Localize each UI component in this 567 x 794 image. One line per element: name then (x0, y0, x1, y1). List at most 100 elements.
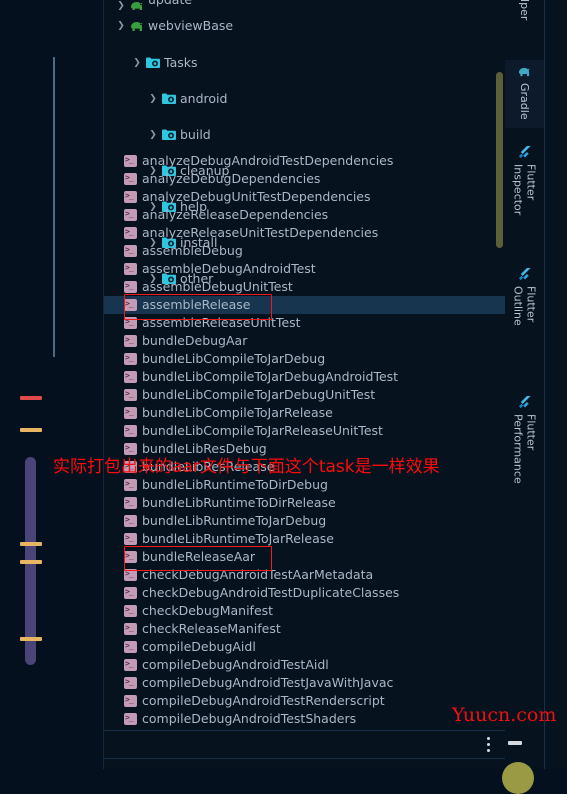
gradle-task-row[interactable]: bundleLibRuntimeToDirRelease (104, 494, 505, 512)
tool-tab-flutter-inspector[interactable]: Flutter Inspector (505, 140, 544, 258)
bottom-divider-bottom (104, 758, 505, 759)
gutter-marker-warning[interactable] (20, 637, 42, 641)
gradle-task-row[interactable]: compileDebugAndroidTestAidl (104, 656, 505, 674)
gradle-task-row[interactable]: analyzeReleaseUnitTestDependencies (104, 224, 505, 242)
gradle-task-row[interactable]: bundleLibRuntimeToJarDebug (104, 512, 505, 530)
tool-tab-flutter-outline[interactable]: Flutter Outline (505, 262, 544, 370)
gradle-task-row[interactable]: analyzeDebugAndroidTestDependencies (104, 152, 505, 170)
gradle-task-row[interactable]: bundleDebugAar (104, 332, 505, 350)
gradle-task-row[interactable]: assembleReleaseUnitTest (104, 314, 505, 332)
gradle-task-row[interactable]: compileDebugAndroidTestRenderscript (104, 692, 505, 710)
kebab-dot (487, 749, 490, 752)
tree-node-label: update (148, 0, 192, 6)
gutter-marker-warning[interactable] (20, 560, 42, 564)
gradle-task-row[interactable]: bundleLibCompileToJarRelease (104, 404, 505, 422)
gradle-task-icon (124, 153, 137, 167)
code-indent-guide (53, 57, 55, 357)
gradle-task-icon (124, 621, 137, 635)
gradle-task-label: analyzeDebugAndroidTestDependencies (142, 153, 394, 168)
gutter-marker-error[interactable] (20, 396, 42, 400)
tool-tab-label: Flutter Inspector (511, 164, 538, 216)
tool-tab-gradle[interactable]: Gradle (505, 60, 544, 128)
editor-gutter-strip (0, 0, 104, 769)
hide-panel-button[interactable] (506, 735, 526, 751)
gradle-task-icon (124, 369, 137, 383)
gradle-task-label: analyzeDebugDependencies (142, 171, 321, 186)
tree-node-label: webviewBase (148, 18, 234, 33)
gradle-task-label: compileDebugAndroidTestRenderscript (142, 693, 385, 708)
gradle-task-label: bundleLibCompileToJarDebugAndroidTest (142, 369, 399, 384)
gutter-marker-warning[interactable] (20, 542, 42, 546)
gutter-marker-warning[interactable] (20, 428, 42, 432)
gradle-task-row[interactable]: bundleLibCompileToJarDebugUnitTest (104, 386, 505, 404)
gradle-task-label: checkDebugAndroidTestAarMetadata (142, 567, 374, 582)
flutter-icon (518, 396, 532, 409)
gradle-task-row[interactable]: assembleRelease (104, 296, 505, 314)
gradle-task-row[interactable]: checkDebugManifest (104, 602, 505, 620)
gradle-task-label: bundleLibCompileToJarDebugUnitTest (142, 387, 376, 402)
folder-gear-icon (162, 93, 176, 105)
gradle-task-row[interactable]: compileDebugAndroidTestShaders (104, 710, 505, 728)
gradle-task-icon (124, 477, 137, 491)
gradle-task-label: assembleRelease (142, 297, 251, 312)
tool-tab-label: Gradle (518, 83, 531, 120)
tree-node-tasks[interactable]: ❯ Tasks (104, 54, 505, 72)
gradle-task-icon (124, 225, 137, 239)
tree-node-label: Tasks (164, 55, 198, 70)
tree-node-update[interactable]: ❯ update (104, 0, 505, 10)
tree-node-label: android (180, 91, 228, 106)
kebab-dot (487, 737, 490, 740)
gradle-task-row[interactable]: analyzeDebugUnitTestDependencies (104, 188, 505, 206)
gradle-task-label: analyzeReleaseUnitTestDependencies (142, 225, 379, 240)
ide-gradle-tool-window: ❯ update ❯ webviewBase ❯ Tasks ❯ (0, 0, 567, 794)
gradle-task-row[interactable]: assembleDebug (104, 242, 505, 260)
more-options-button[interactable] (482, 735, 496, 753)
chevron-down-icon[interactable]: ❯ (132, 54, 142, 72)
tool-tab-helper[interactable]: Helper (505, 0, 544, 38)
tree-scrollbar-thumb[interactable] (496, 72, 503, 248)
annotation-note-text: 实际打包出来的aar文件与下面这个task是一样效果 (53, 457, 440, 477)
gradle-task-label: bundleLibCompileToJarDebug (142, 351, 326, 366)
gradle-task-row[interactable]: analyzeDebugDependencies (104, 170, 505, 188)
toolbar-divider (544, 0, 545, 769)
bottom-divider-top (104, 730, 505, 731)
chevron-right-icon[interactable]: ❯ (148, 90, 158, 108)
tree-node-build[interactable]: ❯ build (104, 126, 505, 144)
gradle-task-row[interactable]: checkReleaseManifest (104, 620, 505, 638)
chevron-right-icon[interactable]: ❯ (116, 2, 126, 11)
gradle-task-row[interactable]: bundleLibCompileToJarDebug (104, 350, 505, 368)
gradle-task-icon (124, 585, 137, 599)
gradle-task-icon (124, 333, 137, 347)
tree-node-label: build (180, 127, 211, 142)
tree-node-android[interactable]: ❯ android (104, 90, 505, 108)
gradle-task-label: compileDebugAndroidTestJavaWithJavac (142, 675, 394, 690)
gradle-task-row[interactable]: bundleReleaseAar (104, 548, 505, 566)
gradle-task-row[interactable]: assembleDebugUnitTest (104, 278, 505, 296)
gradle-task-label: checkReleaseManifest (142, 621, 281, 636)
gradle-task-row[interactable]: bundleLibRuntimeToJarRelease (104, 530, 505, 548)
gradle-tasks-tree[interactable]: ❯ update ❯ webviewBase ❯ Tasks ❯ (104, 0, 505, 769)
status-avatar-circle[interactable] (502, 762, 534, 794)
gradle-task-label: assembleDebugAndroidTest (142, 261, 316, 276)
gradle-task-row[interactable]: bundleLibRuntimeToDirDebug (104, 476, 505, 494)
gradle-task-row[interactable]: analyzeReleaseDependencies (104, 206, 505, 224)
chevron-right-icon[interactable]: ❯ (148, 126, 158, 144)
tool-tab-flutter-performance[interactable]: Flutter Performance (505, 390, 544, 524)
gradle-task-row[interactable]: compileDebugAidl (104, 638, 505, 656)
gradle-task-icon (124, 243, 137, 257)
gradle-task-row[interactable]: assembleDebugAndroidTest (104, 260, 505, 278)
gradle-elephant-icon (130, 0, 143, 10)
gradle-task-row[interactable]: checkDebugAndroidTestDuplicateClasses (104, 584, 505, 602)
gradle-elephant-icon (130, 20, 143, 32)
gradle-task-icon (124, 531, 137, 545)
gradle-task-row[interactable]: compileDebugAndroidTestJavaWithJavac (104, 674, 505, 692)
gradle-task-row[interactable]: bundleLibCompileToJarReleaseUnitTest (104, 422, 505, 440)
gradle-task-icon (124, 423, 137, 437)
gradle-task-row[interactable]: checkDebugAndroidTestAarMetadata (104, 566, 505, 584)
chevron-down-icon[interactable]: ❯ (116, 17, 126, 35)
gradle-task-row[interactable]: bundleLibCompileToJarDebugAndroidTest (104, 368, 505, 386)
gradle-task-label: analyzeDebugUnitTestDependencies (142, 189, 371, 204)
tree-node-webviewbase[interactable]: ❯ webviewBase (104, 17, 505, 35)
gradle-task-label: bundleLibCompileToJarRelease (142, 405, 333, 420)
gradle-task-label: bundleLibRuntimeToJarRelease (142, 531, 334, 546)
